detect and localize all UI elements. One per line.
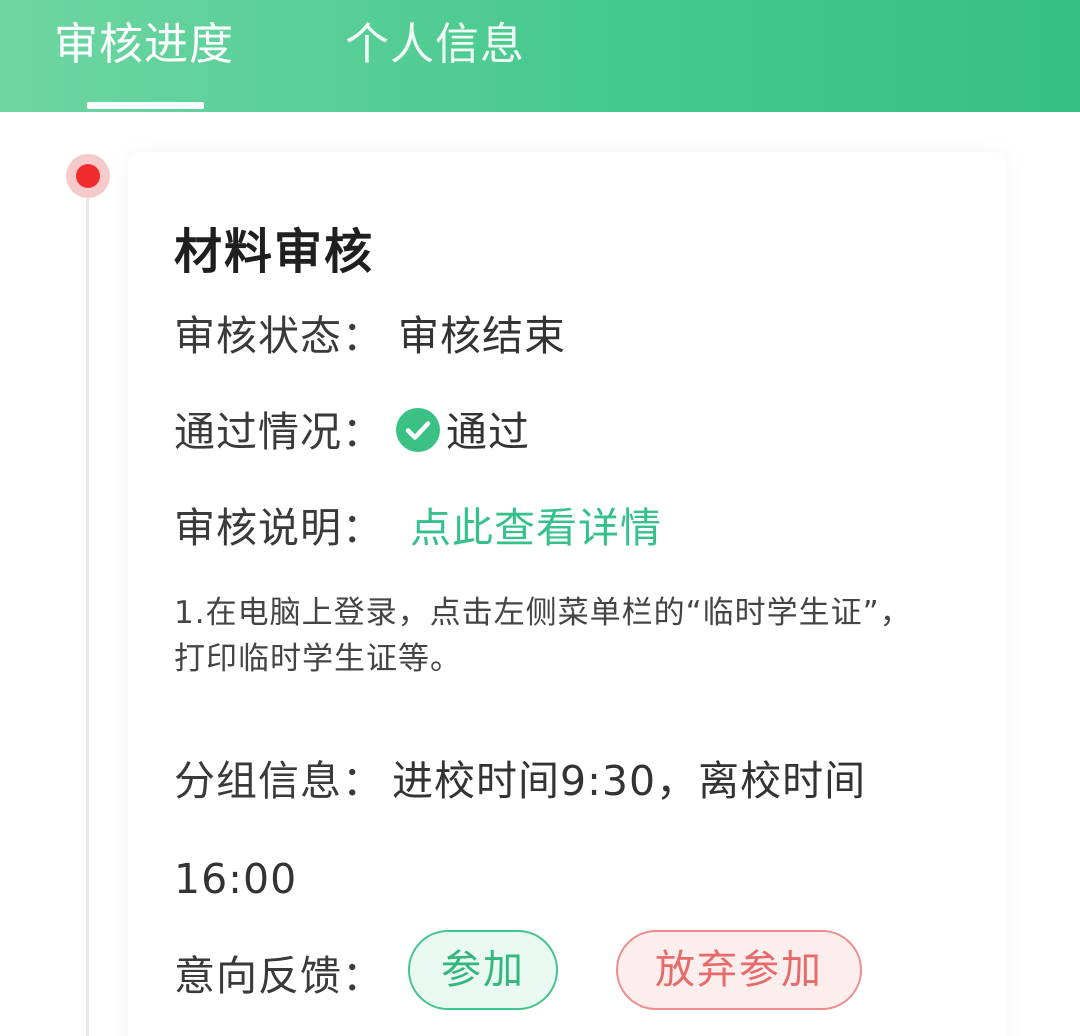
view-details-link[interactable]: 点此查看详情	[410, 504, 662, 552]
check-circle-icon	[396, 408, 440, 452]
timeline-dot	[66, 154, 110, 198]
give-up-button[interactable]: 放弃参加	[616, 930, 862, 1010]
card-title: 材料审核	[174, 224, 375, 280]
review-status-value: 审核结束	[398, 312, 566, 360]
instruction-note: 1.在电脑上登录，点击左侧菜单栏的“临时学生证”，打印临时学生证等。	[174, 595, 912, 677]
feedback-row: 意向反馈：	[174, 942, 384, 1002]
active-tab-indicator	[87, 102, 204, 109]
tab-bar: 审核进度 个人信息	[0, 0, 1080, 112]
review-card: 材料审核 审核状态： 审核结束 通过情况： 通过 审核说明： 点此查看详情 1.在电脑…	[128, 152, 1006, 1036]
join-button[interactable]: 参加	[408, 930, 558, 1010]
review-status-label: 审核状态：	[174, 312, 384, 360]
group-info-label: 分组信息：	[174, 757, 384, 805]
group-info-row: 分组信息： 进校时间9:30，离校时间16:00	[174, 732, 974, 928]
review-explain-label: 审核说明：	[174, 504, 384, 552]
page: 审核进度 个人信息 材料审核 审核状态： 审核结束 通过情况： 通过 审核说明： 点此…	[0, 0, 1080, 1036]
pass-status-label: 通过情况：	[174, 408, 384, 456]
tab-personal-info[interactable]: 个人信息	[345, 20, 525, 70]
tab-review-progress[interactable]: 审核进度	[54, 20, 234, 70]
pass-status-value: 通过	[446, 408, 530, 456]
pass-status-row: 通过情况： 通过	[174, 398, 530, 458]
timeline-line	[86, 176, 89, 1036]
review-status-row: 审核状态： 审核结束	[174, 302, 566, 362]
feedback-label: 意向反馈：	[174, 952, 384, 1000]
review-explain-row: 审核说明： 点此查看详情	[174, 494, 662, 554]
